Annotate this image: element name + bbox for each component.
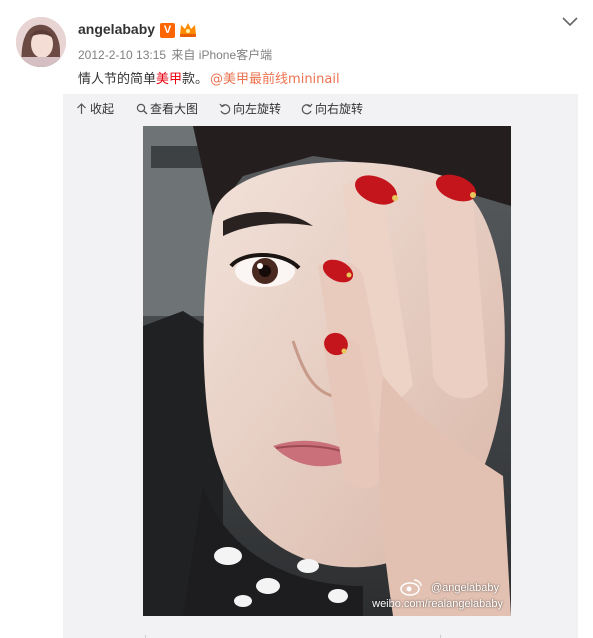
verified-badge[interactable]: V: [160, 23, 175, 38]
rotate-right-icon: [301, 103, 313, 115]
collapse-label: 收起: [90, 102, 115, 116]
avatar[interactable]: [16, 17, 66, 67]
chevron-down-icon[interactable]: [562, 17, 578, 27]
weibo-post-card: angelababy V 2012-2-10 13:15 来自 iPhone客户…: [0, 0, 593, 638]
post-photo[interactable]: @angelababy weibo.com/realangelababy: [143, 126, 511, 616]
rotate-left-label: 向左旋转: [233, 102, 282, 116]
rotate-left-icon: [219, 103, 231, 115]
mention-at: @: [210, 72, 224, 87]
rotate-right-label: 向右旋转: [315, 102, 364, 116]
timestamp[interactable]: 2012-2-10 13:15: [78, 48, 166, 62]
bottom-divider: [145, 635, 441, 638]
username[interactable]: angelababy: [78, 21, 155, 37]
photo-image: [143, 126, 511, 616]
watermark-url: weibo.com/realangelababy: [372, 598, 503, 610]
watermark-handle: @angelababy: [430, 582, 499, 594]
post-text: 情人节的简单美甲款。 @美甲最前线mininail: [78, 68, 340, 87]
source-client[interactable]: iPhone客户端: [199, 48, 272, 62]
avatar-image: [16, 17, 66, 67]
post-meta: 2012-2-10 13:15 来自 iPhone客户端: [78, 46, 272, 63]
mention-name: 美甲最前线mininail: [223, 72, 340, 87]
weibo-eye-icon: [400, 579, 422, 596]
view-large-label: 查看大图: [150, 102, 199, 116]
crown-icon[interactable]: [179, 22, 197, 38]
post-text-part: 情人节的简单: [78, 72, 157, 87]
collapse-up-icon: [77, 103, 86, 114]
mention-link[interactable]: @美甲最前线mininail: [210, 72, 340, 87]
source-prefix: 来自: [171, 48, 196, 62]
post-text-highlight: 美甲: [156, 72, 183, 87]
post-text-part: 款。: [182, 72, 209, 87]
magnifier-icon: [136, 103, 148, 115]
